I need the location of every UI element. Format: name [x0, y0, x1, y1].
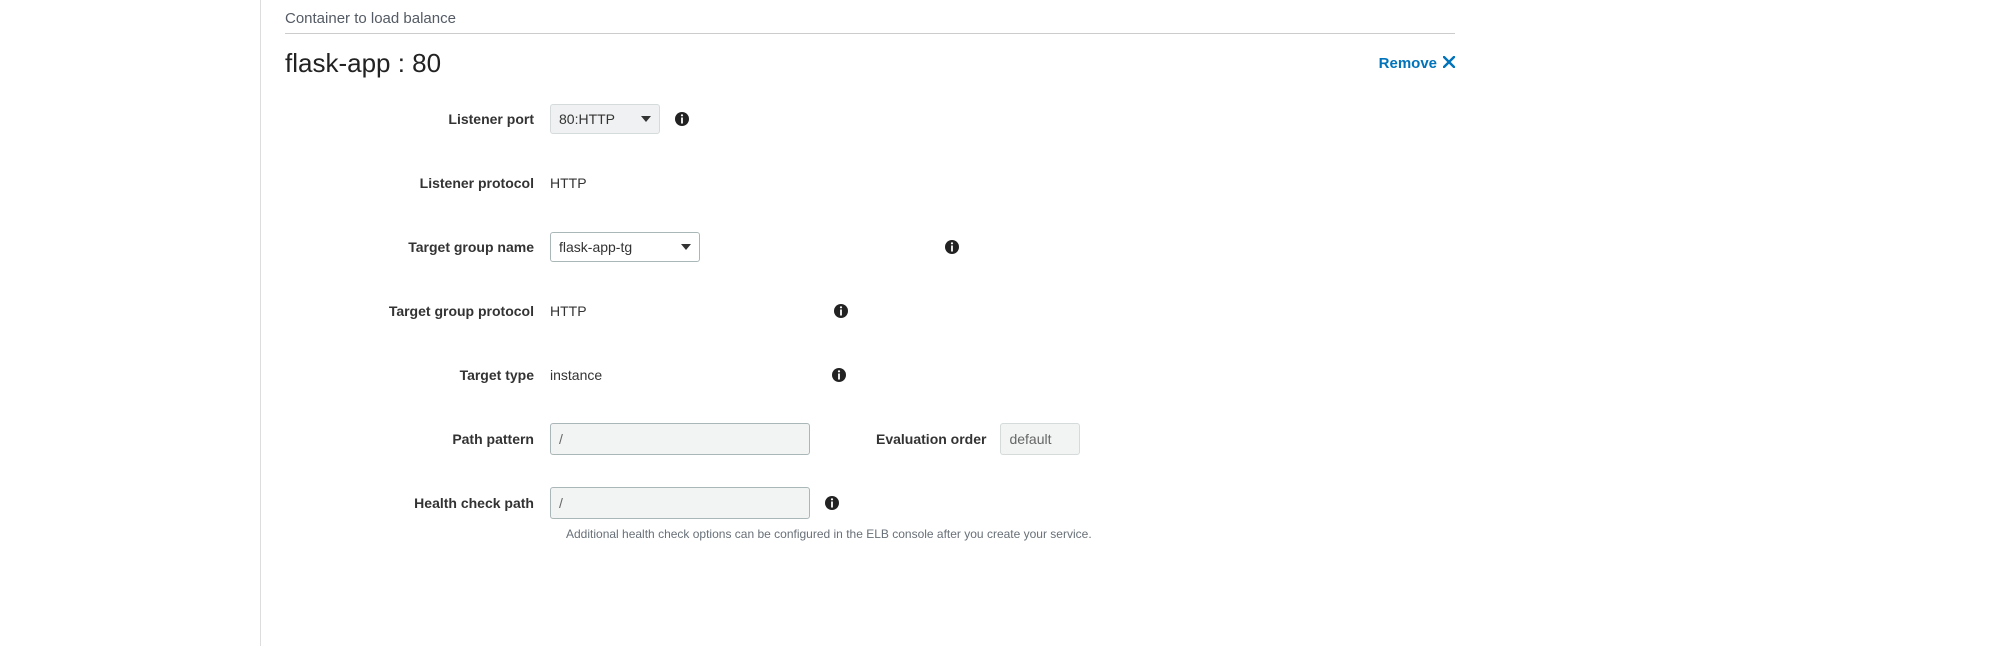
chevron-down-icon	[641, 116, 651, 122]
remove-button[interactable]: Remove	[1379, 55, 1455, 72]
listener-port-select[interactable]: 80:HTTP	[550, 104, 660, 135]
health-check-path-label: Health check path	[285, 495, 550, 511]
path-pattern-label: Path pattern	[285, 431, 550, 447]
info-icon[interactable]	[833, 303, 849, 319]
target-group-name-select[interactable]: flask-app-tg	[550, 232, 700, 263]
health-check-help-text: Additional health check options can be c…	[566, 527, 1455, 541]
evaluation-order-label: Evaluation order	[876, 431, 986, 447]
listener-protocol-value: HTTP	[550, 175, 587, 191]
info-icon[interactable]	[944, 239, 960, 255]
target-type-value: instance	[550, 367, 602, 383]
container-heading: flask-app : 80	[285, 48, 441, 79]
chevron-down-icon	[681, 244, 691, 250]
evaluation-order-input[interactable]	[1000, 423, 1080, 455]
health-check-path-input[interactable]	[550, 487, 810, 519]
info-icon[interactable]	[824, 495, 840, 511]
target-group-protocol-value: HTTP	[550, 303, 587, 319]
section-divider	[285, 33, 1455, 34]
info-icon[interactable]	[674, 111, 690, 127]
section-title: Container to load balance	[285, 10, 1455, 27]
target-group-protocol-label: Target group protocol	[285, 303, 550, 319]
close-icon	[1443, 56, 1455, 72]
target-group-name-label: Target group name	[285, 239, 550, 255]
left-divider	[260, 0, 261, 646]
listener-port-label: Listener port	[285, 111, 550, 127]
path-pattern-input[interactable]	[550, 423, 810, 455]
target-group-name-value: flask-app-tg	[559, 239, 632, 256]
target-type-label: Target type	[285, 367, 550, 383]
listener-port-value: 80:HTTP	[559, 111, 615, 128]
info-icon[interactable]	[831, 367, 847, 383]
listener-protocol-label: Listener protocol	[285, 175, 550, 191]
remove-label: Remove	[1379, 55, 1437, 72]
